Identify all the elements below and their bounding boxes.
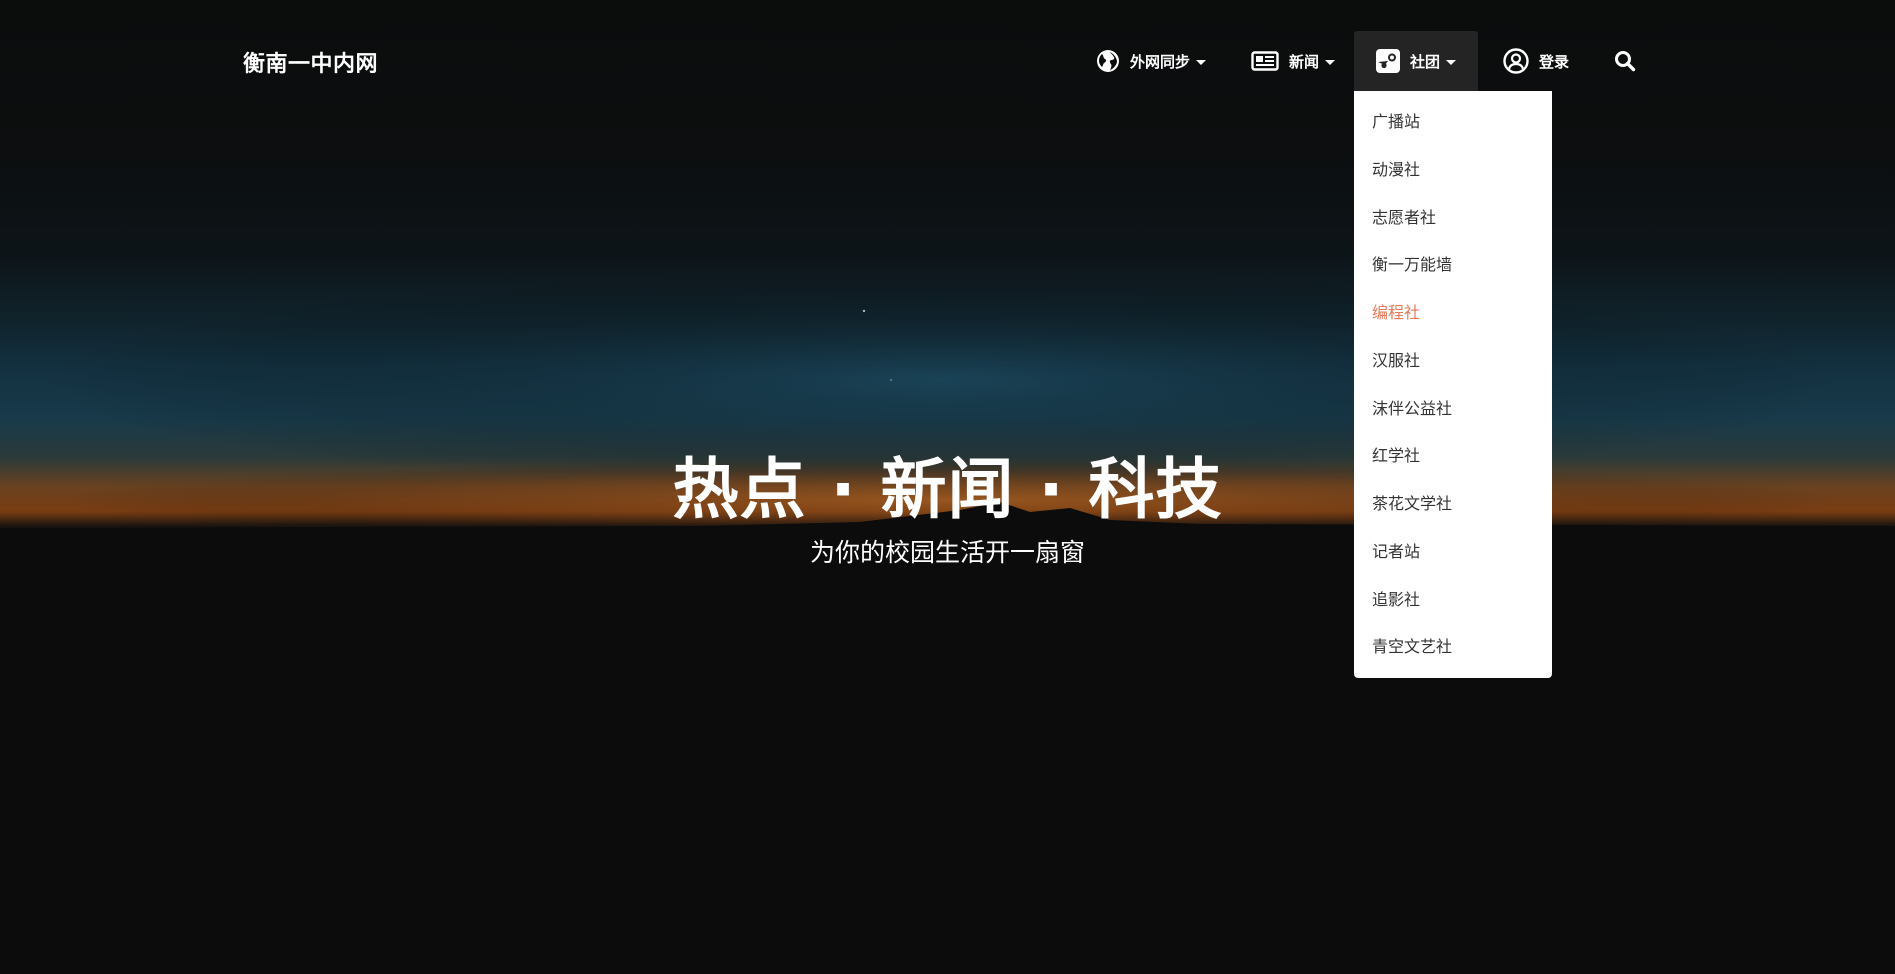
dropdown-item-charity[interactable]: 沫伴公益社 (1372, 399, 1452, 419)
nav-item-clubs[interactable]: 社团 (1354, 31, 1478, 91)
dropdown-item-hanfu[interactable]: 汉服社 (1372, 351, 1420, 371)
caret-down-icon (1446, 59, 1456, 65)
user-circle-icon (1503, 48, 1529, 74)
globe-icon (1096, 49, 1120, 73)
search-icon (1614, 50, 1636, 72)
nav-label-clubs: 社团 (1409, 52, 1440, 71)
dropdown-item-film[interactable]: 追影社 (1372, 590, 1420, 610)
nav-item-login[interactable]: 登录 (1503, 31, 1573, 91)
nav-label-news: 新闻 (1289, 52, 1320, 71)
nav-label-external-sync: 外网同步 (1130, 52, 1191, 71)
dropdown-item-volunteer[interactable]: 志愿者社 (1372, 208, 1436, 228)
site-logo-title[interactable]: 衡南一中内网 (243, 46, 378, 78)
hero-subtitle: 为你的校园生活开一扇窗 (809, 538, 1085, 567)
hero-title: 热点 · 新闻 · 科技 (672, 451, 1223, 528)
caret-down-icon (1325, 59, 1336, 65)
dropdown-item-programming[interactable]: 编程社 (1372, 303, 1420, 323)
search-button[interactable] (1614, 31, 1638, 91)
dropdown-item-anime[interactable]: 动漫社 (1372, 160, 1420, 180)
dropdown-item-broadcast[interactable]: 广播站 (1372, 112, 1420, 132)
newspaper-icon (1251, 51, 1279, 71)
nav-item-external-sync[interactable]: 外网同步 (1096, 31, 1212, 91)
page: 衡南一中内网 外网同步 新闻 社团 登录 广播站 动漫社 志愿者社 衡一万能墙 … (0, 0, 1895, 974)
clubs-dropdown-menu: 广播站 动漫社 志愿者社 衡一万能墙 编程社 汉服社 沫伴公益社 红学社 茶花文… (1354, 91, 1552, 678)
nav-item-news[interactable]: 新闻 (1251, 31, 1337, 91)
caret-down-icon (1196, 59, 1207, 65)
dropdown-item-arts[interactable]: 青空文艺社 (1372, 637, 1452, 657)
nav-label-login: 登录 (1539, 52, 1570, 71)
dropdown-item-wall[interactable]: 衡一万能墙 (1372, 255, 1452, 275)
steam-icon (1375, 49, 1400, 73)
